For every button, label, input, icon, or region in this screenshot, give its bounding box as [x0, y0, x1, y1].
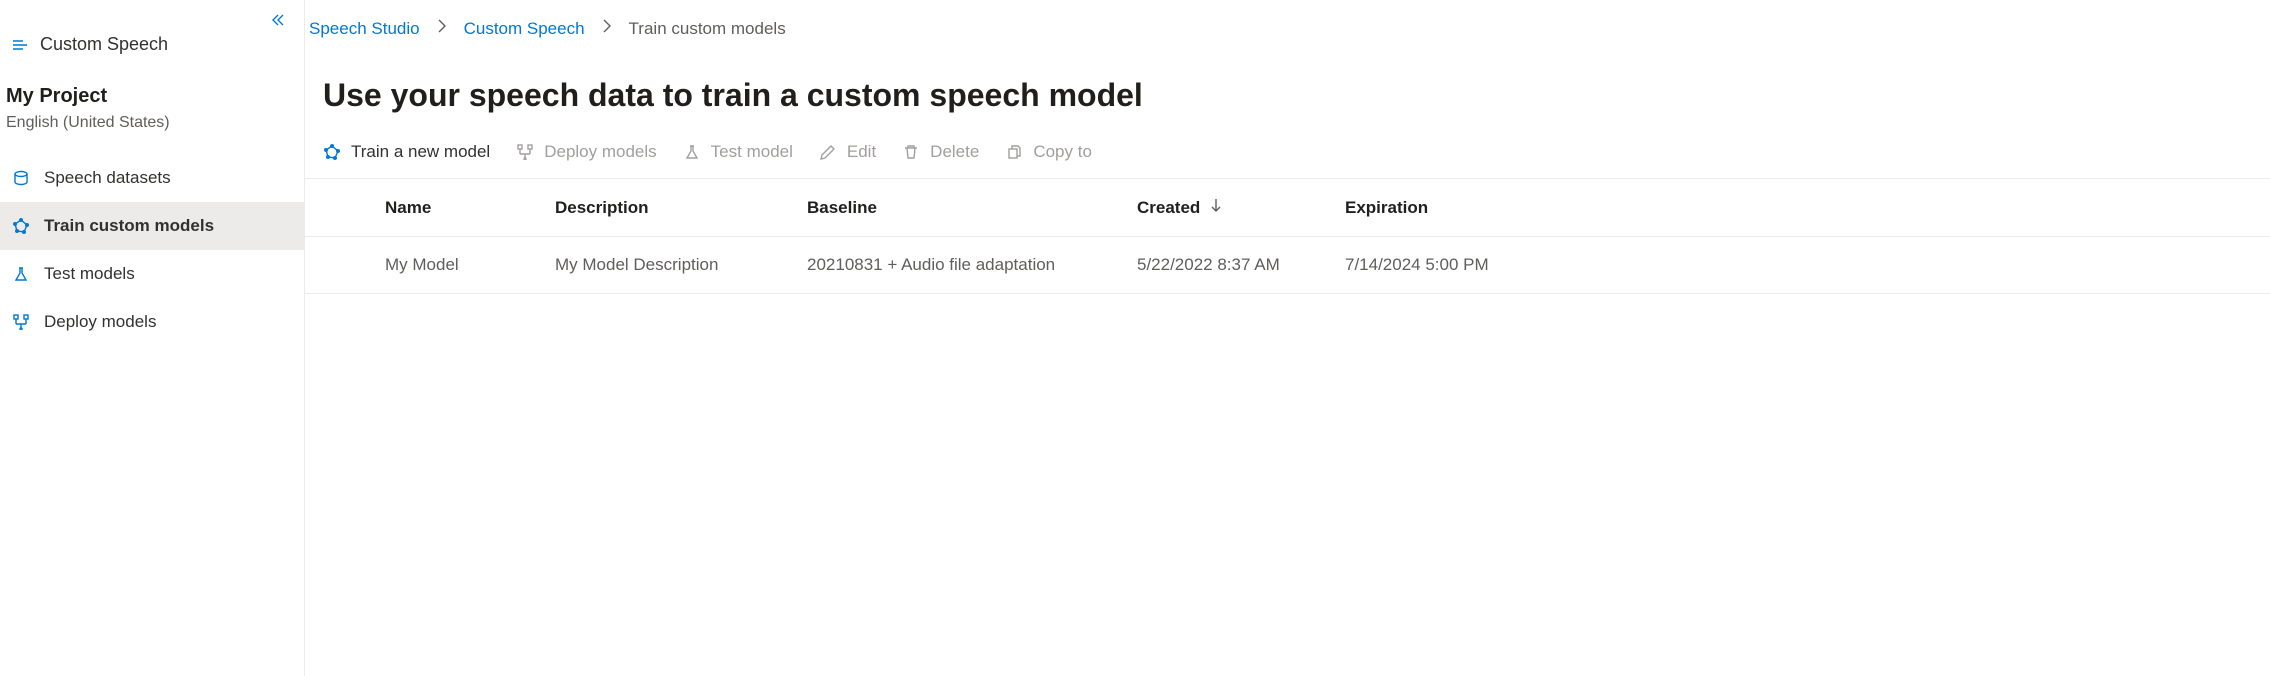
delete-button[interactable]: Delete [902, 142, 979, 162]
table-row[interactable]: My Model My Model Description 20210831 +… [305, 237, 2270, 294]
nav-speech-datasets[interactable]: Speech datasets [0, 154, 304, 202]
table-header-description[interactable]: Description [555, 198, 807, 218]
sidebar-header: Custom Speech [0, 16, 304, 63]
trash-icon [902, 144, 920, 160]
breadcrumb-link-speech-studio[interactable]: Speech Studio [309, 19, 420, 39]
collapse-sidebar-button[interactable] [270, 12, 286, 31]
toolbar-label: Deploy models [544, 142, 656, 162]
chevron-double-left-icon [270, 12, 286, 28]
deploy-models-button[interactable]: Deploy models [516, 142, 656, 162]
table-cell-description: My Model Description [555, 255, 807, 275]
nav-test-models[interactable]: Test models [0, 250, 304, 298]
sidebar: Custom Speech My Project English (United… [0, 0, 305, 676]
table-cell-created: 5/22/2022 8:37 AM [1137, 255, 1345, 275]
polygon-icon [323, 144, 341, 160]
test-model-button[interactable]: Test model [683, 142, 793, 162]
table-header-row: Name Description Baseline Created Expira… [305, 179, 2270, 237]
copy-icon [1005, 144, 1023, 160]
breadcrumb-link-custom-speech[interactable]: Custom Speech [464, 19, 585, 39]
models-table: Name Description Baseline Created Expira… [305, 179, 2270, 294]
page-title: Use your speech data to train a custom s… [323, 77, 2270, 114]
toolbar-label: Copy to [1033, 142, 1092, 162]
nav-item-label: Speech datasets [44, 168, 171, 188]
nav-train-custom-models[interactable]: Train custom models [0, 202, 304, 250]
table-header-expiration[interactable]: Expiration [1345, 198, 2270, 218]
toolbar-label: Test model [711, 142, 793, 162]
toolbar-label: Edit [847, 142, 876, 162]
table-cell-expiration: 7/14/2024 5:00 PM [1345, 255, 2270, 275]
table-header-name[interactable]: Name [385, 198, 555, 218]
deploy-icon [516, 144, 534, 160]
chevron-right-icon [599, 18, 615, 39]
toolbar-label: Train a new model [351, 142, 490, 162]
nav-item-label: Test models [44, 264, 135, 284]
project-block: My Project English (United States) [0, 63, 304, 136]
nav-item-label: Deploy models [44, 312, 156, 332]
train-new-model-button[interactable]: Train a new model [323, 142, 490, 162]
sort-down-icon [1208, 197, 1224, 218]
table-cell-name: My Model [385, 255, 555, 275]
table-cell-baseline: 20210831 + Audio file adaptation [807, 255, 1137, 275]
table-header-baseline[interactable]: Baseline [807, 198, 1137, 218]
polygon-icon [12, 218, 30, 234]
main-content: Speech Studio Custom Speech Train custom… [305, 0, 2270, 676]
flask-icon [683, 144, 701, 160]
sidebar-nav: Speech datasets Train custom models Test… [0, 154, 304, 346]
nav-item-label: Train custom models [44, 216, 214, 236]
breadcrumb-current: Train custom models [629, 19, 786, 39]
table-header-created-label: Created [1137, 198, 1200, 218]
deploy-icon [12, 314, 30, 330]
flask-icon [12, 266, 30, 282]
database-icon [12, 170, 30, 186]
project-language: English (United States) [6, 114, 292, 132]
toolbar: Train a new model Deploy models Test mod… [305, 142, 2270, 179]
nav-deploy-models[interactable]: Deploy models [0, 298, 304, 346]
table-header-created[interactable]: Created [1137, 197, 1345, 218]
copy-to-button[interactable]: Copy to [1005, 142, 1092, 162]
pencil-icon [819, 144, 837, 160]
edit-button[interactable]: Edit [819, 142, 876, 162]
sidebar-header-label: Custom Speech [40, 34, 168, 55]
menu-icon [12, 37, 28, 53]
project-name: My Project [6, 85, 292, 108]
breadcrumb: Speech Studio Custom Speech Train custom… [305, 18, 2270, 39]
toolbar-label: Delete [930, 142, 979, 162]
chevron-right-icon [434, 18, 450, 39]
